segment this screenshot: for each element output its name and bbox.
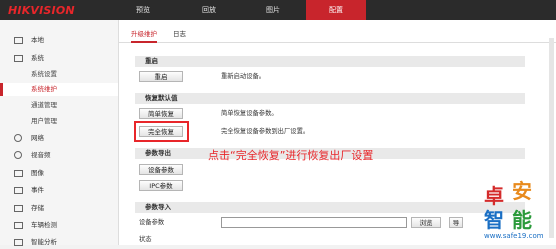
- sidebar: 本地 系统 系统设置 系统维护 通道管理 用户管理 网络 视音频 图像 事件 存…: [0, 20, 119, 246]
- globe-icon: [14, 134, 22, 142]
- audio-video-icon: [14, 151, 22, 159]
- import-status-label: 状态: [139, 236, 152, 243]
- import-device-params-label: 设备参数: [139, 219, 165, 226]
- nav-configuration[interactable]: 配置: [306, 0, 366, 20]
- tab-upgrade-maintenance[interactable]: 升级维护: [131, 28, 157, 43]
- sidebar-item-event[interactable]: 事件: [0, 184, 118, 197]
- sidebar-item-network[interactable]: 网络: [0, 132, 118, 145]
- sidebar-item-system[interactable]: 系统: [0, 52, 118, 65]
- simple-restore-description: 简单恢复设备参数。: [221, 110, 278, 117]
- watermark-char: 安: [512, 179, 532, 203]
- export-device-params-button[interactable]: 设备参数: [139, 164, 183, 175]
- sidebar-item-smart-analysis[interactable]: 智能分析: [0, 236, 118, 249]
- full-restore-description: 完全恢复设备参数到出厂设置。: [221, 128, 310, 135]
- sidebar-item-user-management[interactable]: 用户管理: [0, 115, 118, 128]
- reboot-description: 重新启动设备。: [221, 73, 266, 80]
- sidebar-item-label: 系统设置: [31, 70, 57, 78]
- sidebar-item-label: 存储: [31, 204, 44, 212]
- sidebar-item-label: 车辆检测: [31, 221, 57, 229]
- sidebar-item-label: 视音频: [31, 151, 51, 159]
- scrollbar[interactable]: [549, 38, 554, 238]
- browse-button[interactable]: 浏览: [411, 217, 441, 228]
- watermark-url: www.safe19.com: [484, 232, 544, 240]
- sidebar-item-channel-management[interactable]: 通道管理: [0, 99, 118, 112]
- watermark-char: 能: [512, 208, 532, 232]
- watermark-char: 智: [484, 208, 504, 232]
- sidebar-item-label: 图像: [31, 169, 44, 177]
- sidebar-item-vehicle-detection[interactable]: 车辆检测: [0, 219, 118, 232]
- sidebar-item-label: 通道管理: [31, 101, 57, 109]
- logo: HIKVISION: [8, 4, 75, 17]
- sidebar-item-label: 智能分析: [31, 238, 57, 246]
- export-ipc-params-button[interactable]: IPC参数: [139, 180, 183, 191]
- sidebar-item-image[interactable]: 图像: [0, 167, 118, 180]
- sidebar-item-local[interactable]: 本地: [0, 34, 118, 47]
- reboot-section-title: 重启: [135, 56, 525, 67]
- sidebar-item-label: 系统: [31, 54, 44, 62]
- restore-section-title: 恢复默认值: [135, 93, 525, 104]
- full-restore-button[interactable]: 完全恢复: [139, 126, 183, 137]
- sidebar-item-label: 本地: [31, 36, 44, 44]
- image-icon: [14, 170, 23, 177]
- vehicle-icon: [14, 222, 23, 229]
- system-icon: [14, 55, 23, 62]
- nav-preview[interactable]: 预览: [118, 0, 168, 20]
- annotation-text: 点击“完全恢复”进行恢复出厂设置: [208, 149, 374, 162]
- import-file-input[interactable]: [221, 217, 407, 228]
- sidebar-item-label: 用户管理: [31, 117, 57, 125]
- tab-log[interactable]: 日志: [173, 28, 186, 41]
- nav-playback[interactable]: 回放: [184, 0, 234, 20]
- top-bar: HIKVISION 预览 回放 图片 配置: [0, 0, 556, 20]
- sidebar-item-label: 系统维护: [31, 85, 57, 93]
- sidebar-item-label: 网络: [31, 134, 44, 142]
- simple-restore-button[interactable]: 简单恢复: [139, 108, 183, 119]
- tab-bar: 升级维护 日志: [119, 28, 556, 43]
- nav-picture[interactable]: 图片: [248, 0, 298, 20]
- sidebar-item-storage[interactable]: 存储: [0, 202, 118, 215]
- import-section-title: 参数导入: [135, 202, 525, 213]
- reboot-button[interactable]: 重启: [139, 71, 183, 82]
- import-button[interactable]: 导: [449, 217, 463, 228]
- storage-icon: [14, 205, 23, 212]
- sidebar-item-label: 事件: [31, 186, 44, 194]
- event-icon: [14, 187, 23, 194]
- sidebar-item-system-maintenance[interactable]: 系统维护: [0, 83, 118, 96]
- monitor-icon: [14, 37, 23, 44]
- sidebar-item-system-settings[interactable]: 系统设置: [0, 68, 118, 81]
- sidebar-item-video-audio[interactable]: 视音频: [0, 149, 118, 162]
